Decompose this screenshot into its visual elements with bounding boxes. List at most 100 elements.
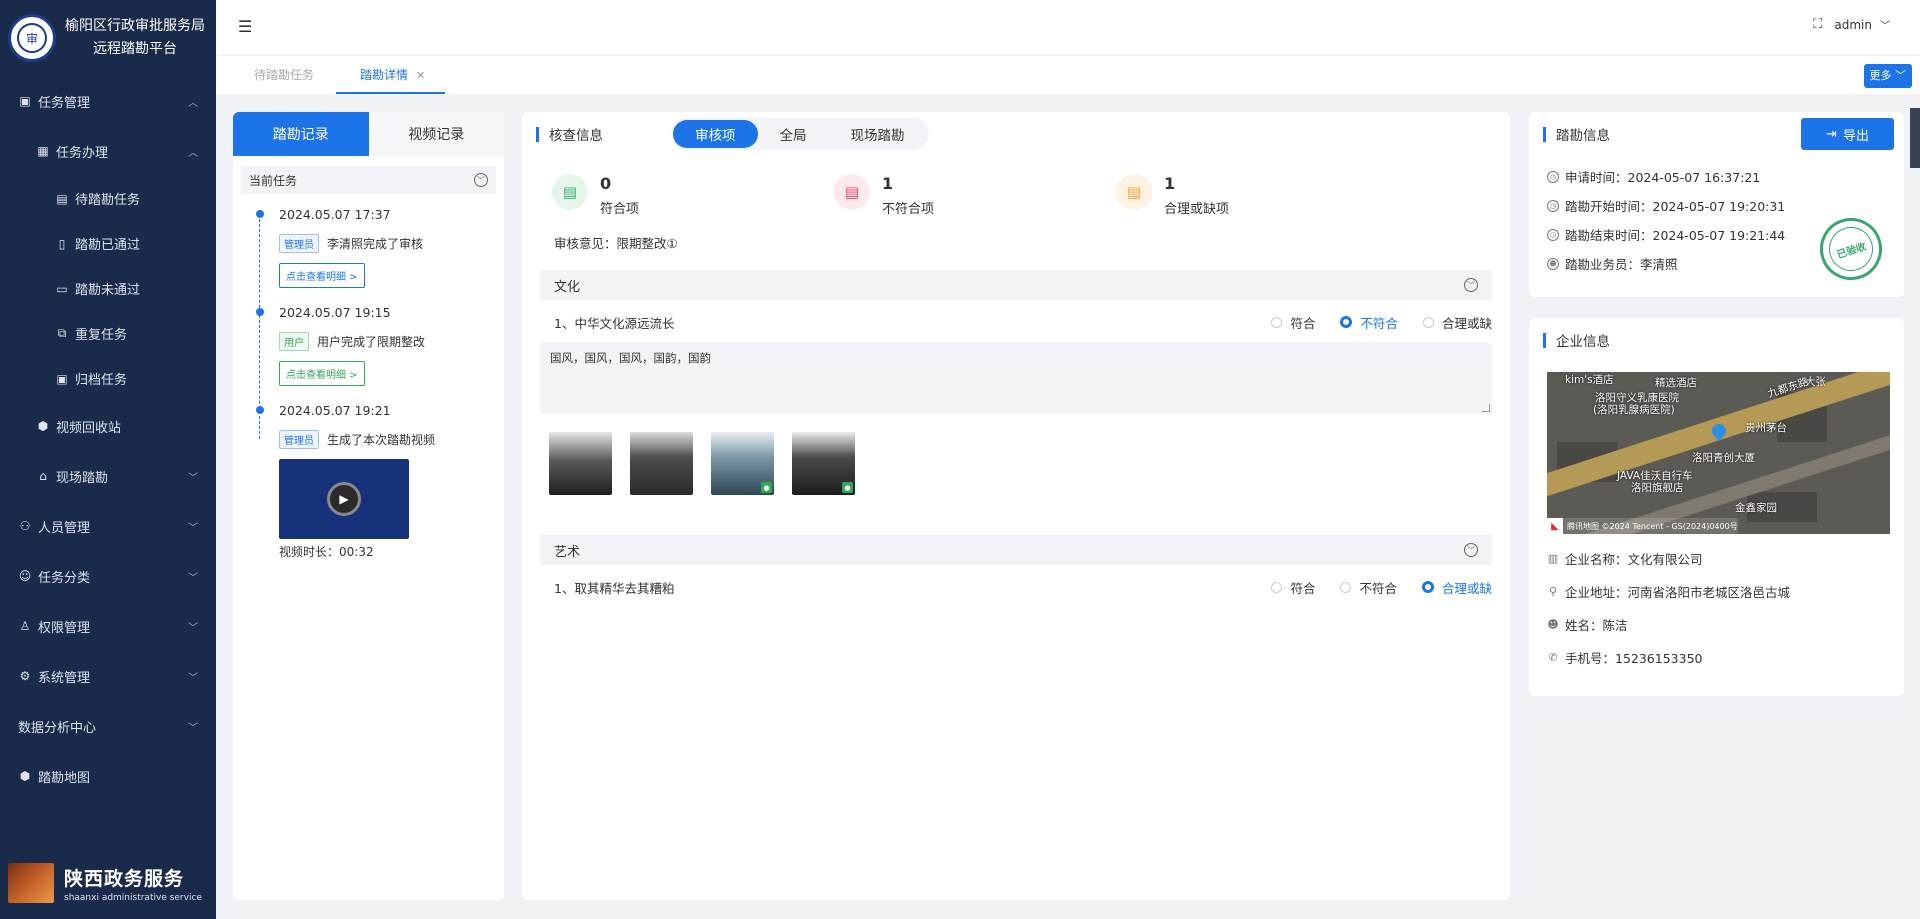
radio-circle[interactable] xyxy=(1271,581,1283,593)
photo-thumbnail[interactable]: ● xyxy=(792,432,855,495)
more-button[interactable]: 更多 ﹀ xyxy=(1863,64,1912,88)
chevron-down-icon[interactable]: ﹀ xyxy=(1464,278,1478,292)
building-icon: ▥ xyxy=(1547,552,1559,565)
enterprise-name: ▥ 企业名称：文化有限公司 xyxy=(1547,542,1904,575)
apply-time: ◷ 申请时间：2024-05-07 16:37:21 xyxy=(1547,162,1904,191)
enterprise-info-list: ▥ 企业名称：文化有限公司 ⚲ 企业地址：河南省洛阳市老城区洛邑古城 ☻ 姓名：陈洁 … xyxy=(1529,542,1904,674)
current-task-label: 当前任务 xyxy=(249,173,298,188)
comment-textarea[interactable]: 国风，国风，国风，国韵，国韵 xyxy=(540,342,1492,414)
shaanxi-emblem xyxy=(8,863,54,903)
radio-noncompliant[interactable]: 不符合 xyxy=(1340,313,1398,332)
menu-permission[interactable]: ♙ 权限管理 ﹀ xyxy=(0,601,216,651)
enterprise-info-panel: 企业信息 kim's酒店 精选酒店 九都东路 大张 洛阳守义乳康医院 (洛阳乳腺… xyxy=(1529,318,1904,696)
close-icon[interactable]: ✕ xyxy=(416,69,425,82)
radio-reasonable-missing[interactable]: 合理或缺 xyxy=(1421,578,1492,597)
group-header-art[interactable]: 艺术 ﹀ xyxy=(540,535,1492,565)
top-bar: ☰ ⛶ admin ﹀ xyxy=(216,0,1920,56)
user-icon: ● xyxy=(761,482,772,493)
menu-people[interactable]: ⚇ 人员管理 ﹀ xyxy=(0,501,216,551)
menu-survey-passed[interactable]: ▯ 踏勘已通过 xyxy=(0,221,216,266)
export-icon: ⇥ xyxy=(1826,126,1837,142)
side-handle[interactable] xyxy=(1910,108,1920,168)
recycle-icon: ⬢ xyxy=(37,419,49,433)
menu-label: 踏勘地图 xyxy=(38,770,91,786)
timeline-item: 2024.05.07 17:37 管理员 李清照完成了审核 点击查看明细 > xyxy=(256,204,504,288)
view-detail-button[interactable]: 点击查看明细 > xyxy=(279,361,365,386)
tab-survey-record[interactable]: 踏勘记录 xyxy=(233,112,369,156)
segment-global[interactable]: 全局 xyxy=(758,120,829,148)
radio-circle[interactable] xyxy=(1340,316,1353,328)
menu-data-center[interactable]: 数据分析中心 ﹀ xyxy=(0,701,216,751)
chevron-down-icon[interactable]: ﹀ xyxy=(1880,17,1890,32)
info-text: 踏勘业务员：李清照 xyxy=(1565,257,1678,272)
segment-review-items[interactable]: 审核项 xyxy=(673,120,758,148)
survey-info-panel: 踏勘信息 ⇥ 导出 ◷ 申请时间：2024-05-07 16:37:21 ◷ 踏勘开始… xyxy=(1529,112,1904,297)
photo-thumbnail[interactable] xyxy=(549,432,612,495)
menu-repeat-task[interactable]: ⧉ 重复任务 xyxy=(0,311,216,356)
location-map[interactable]: kim's酒店 精选酒店 九都东路 大张 洛阳守义乳康医院 (洛阳乳腺病医院) … xyxy=(1547,372,1890,534)
radio-circle[interactable] xyxy=(1422,316,1434,328)
radio-circle[interactable] xyxy=(1271,316,1283,328)
chevron-down-icon: ﹀ xyxy=(188,722,198,734)
menu-survey-failed[interactable]: ▭ 踏勘未通过 xyxy=(0,266,216,311)
user-name[interactable]: admin xyxy=(1834,18,1872,32)
menu-pending-survey[interactable]: ▤ 待踏勘任务 xyxy=(0,176,216,221)
group-header-culture[interactable]: 文化 ﹀ xyxy=(540,270,1492,300)
radio-circle[interactable] xyxy=(1421,581,1434,593)
menu-task-handling[interactable]: ▦ 任务办理 ︿ xyxy=(0,126,216,176)
photo-thumbnail[interactable]: ● xyxy=(711,432,774,495)
tab-video-record[interactable]: 视频记录 xyxy=(368,112,504,156)
export-label: 导出 xyxy=(1842,128,1869,144)
menu-task-category[interactable]: ☺ 任务分类 ﹀ xyxy=(0,551,216,601)
radio-label: 符合 xyxy=(1290,315,1316,331)
play-icon[interactable]: ▶ xyxy=(327,482,361,516)
menu-survey-map[interactable]: ⬢ 踏勘地图 xyxy=(0,751,216,801)
hamburger-icon[interactable]: ☰ xyxy=(238,17,256,36)
menu-label: 归档任务 xyxy=(75,373,128,388)
chevron-down-icon: ﹀ xyxy=(1895,69,1906,82)
radio-reasonable-missing[interactable]: 合理或缺 xyxy=(1422,313,1492,332)
chevron-down-icon[interactable]: ﹀ xyxy=(1464,543,1478,557)
menu-video-recycle[interactable]: ⬢ 视频回收站 xyxy=(0,401,216,451)
segment-site-survey[interactable]: 现场踏勘 xyxy=(829,120,927,148)
fullscreen-icon[interactable]: ⛶ xyxy=(1813,17,1822,32)
tab-survey-detail[interactable]: 踏勘详情 ✕ xyxy=(336,65,446,94)
export-button[interactable]: ⇥ 导出 xyxy=(1801,118,1894,150)
menu-system[interactable]: ⚙ 系统管理 ﹀ xyxy=(0,651,216,701)
view-detail-button[interactable]: 点击查看明细 > xyxy=(279,263,365,288)
menu-task-management[interactable]: ▣ 任务管理 ︿ xyxy=(0,76,216,126)
event-text: 李清照完成了审核 xyxy=(327,237,424,251)
video-thumbnail[interactable]: ▶ xyxy=(279,459,409,539)
timeline-event: 用户 用户完成了限期整改 xyxy=(279,332,504,351)
doc-check-icon: ▤ xyxy=(552,174,588,210)
check-info-header: 核查信息 审核项 全局 现场踏勘 xyxy=(522,112,1510,156)
more-label: 更多 xyxy=(1869,69,1892,82)
radio-compliant[interactable]: 符合 xyxy=(1271,578,1315,597)
chevron-down-icon[interactable]: ﹀ xyxy=(474,173,488,187)
doc-x-icon: ▭ xyxy=(56,281,68,296)
resize-handle[interactable] xyxy=(1482,404,1490,412)
menu-archived-task[interactable]: ▣ 归档任务 xyxy=(0,356,216,401)
chevron-down-icon: ﹀ xyxy=(188,572,198,584)
tab-pending-survey[interactable]: 待踏勘任务 xyxy=(246,65,322,94)
radio-compliant[interactable]: 符合 xyxy=(1271,313,1315,332)
map-label: 精选酒店 xyxy=(1655,377,1697,389)
radio-circle[interactable] xyxy=(1340,581,1352,593)
contact-name: ☻ 姓名：陈洁 xyxy=(1547,608,1904,641)
stamp-text: 已验收 xyxy=(1823,221,1879,277)
group-title: 文化 xyxy=(554,279,581,295)
brand-title: 榆阳区行政审批服务局 远程踏勘平台 xyxy=(64,15,206,61)
timeline-item: 2024.05.07 19:15 用户 用户完成了限期整改 点击查看明细 > xyxy=(256,302,504,386)
radio-noncompliant[interactable]: 不符合 xyxy=(1340,578,1397,597)
map-label: 大张 xyxy=(1805,376,1826,388)
timeline-dot xyxy=(256,406,264,414)
current-task-header[interactable]: 当前任务 ﹀ xyxy=(241,166,496,194)
phone-icon: ✆ xyxy=(1548,651,1558,664)
photo-thumbnail[interactable] xyxy=(630,432,693,495)
question-row: 1、中华文化源远流长 符合 不符合 合理或缺 xyxy=(540,308,1492,336)
shaanxi-logo: 陕西政务服务 shaanxi administrative service xyxy=(8,863,202,903)
clock-icon: ◷ xyxy=(1547,170,1559,183)
menu-site-survey[interactable]: ⌂ 现场踏勘 ﹀ xyxy=(0,451,216,501)
user-icon: ☻ xyxy=(1547,257,1559,270)
radio-label: 合理或缺 xyxy=(1441,580,1492,596)
